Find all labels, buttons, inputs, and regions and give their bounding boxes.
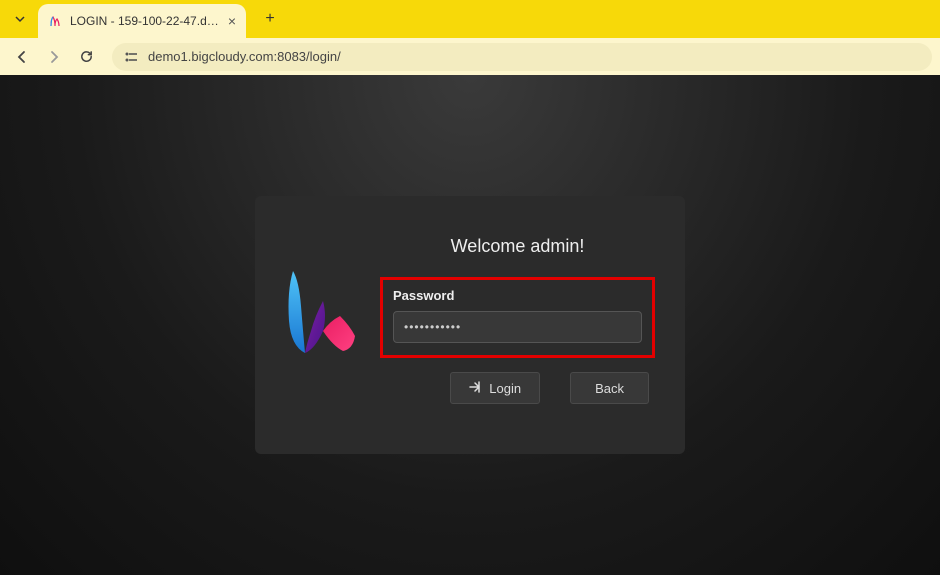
site-settings-icon[interactable] [122, 48, 140, 66]
browser-toolbar: demo1.bigcloudy.com:8083/login/ [0, 38, 940, 75]
tab-favicon-icon [48, 14, 62, 28]
password-input[interactable] [393, 311, 642, 343]
back-form-button[interactable]: Back [570, 372, 649, 404]
forward-button[interactable] [40, 43, 68, 71]
reload-icon [79, 49, 94, 64]
logo-column [285, 236, 360, 404]
browser-tab-strip: LOGIN - 159-100-22-47.dedica × + [0, 0, 940, 38]
back-button-label: Back [595, 381, 624, 396]
password-highlight-box: Password [380, 277, 655, 358]
form-column: Welcome admin! Password Login Back [380, 236, 655, 404]
arrow-left-icon [14, 49, 30, 65]
page-content: Welcome admin! Password Login Back [0, 75, 940, 575]
password-label: Password [393, 288, 642, 303]
login-button-label: Login [489, 381, 521, 396]
tab-title: LOGIN - 159-100-22-47.dedica [70, 14, 220, 28]
login-arrow-icon [469, 381, 483, 396]
tab-close-icon[interactable]: × [228, 13, 236, 29]
url-text: demo1.bigcloudy.com:8083/login/ [148, 49, 341, 64]
new-tab-button[interactable]: + [256, 5, 284, 33]
browser-tab[interactable]: LOGIN - 159-100-22-47.dedica × [38, 4, 246, 38]
reload-button[interactable] [72, 43, 100, 71]
brand-logo-icon [285, 261, 360, 361]
button-row: Login Back [380, 372, 655, 404]
welcome-heading: Welcome admin! [380, 236, 655, 257]
arrow-right-icon [46, 49, 62, 65]
login-button[interactable]: Login [450, 372, 540, 404]
address-bar[interactable]: demo1.bigcloudy.com:8083/login/ [112, 43, 932, 71]
back-button[interactable] [8, 43, 36, 71]
tab-search-dropdown[interactable] [6, 5, 34, 33]
login-card: Welcome admin! Password Login Back [255, 196, 685, 454]
chevron-down-icon [15, 14, 25, 24]
